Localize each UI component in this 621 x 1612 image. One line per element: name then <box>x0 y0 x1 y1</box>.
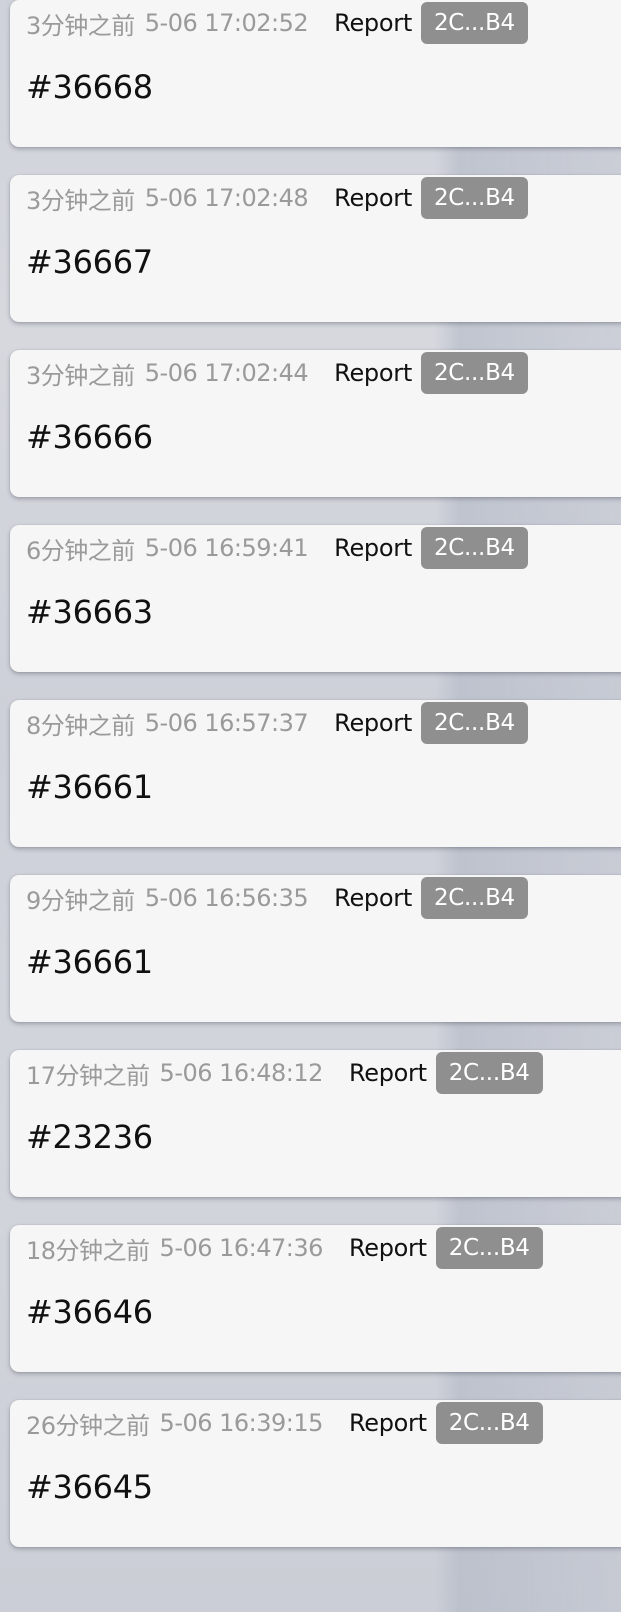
notification-card[interactable]: 3分钟之前 5-06 17:02:52 Report 2C...B4 #3666… <box>10 0 621 147</box>
timestamp: 5-06 16:47:36 <box>159 1234 324 1262</box>
sender-tag: 2C...B4 <box>435 1052 543 1094</box>
timestamp: 5-06 17:02:44 <box>144 359 309 387</box>
issue-number: #36667 <box>26 243 153 281</box>
card-header: 9分钟之前 5-06 16:56:35 Report 2C...B4 <box>26 875 528 921</box>
report-label: Report <box>348 1234 427 1262</box>
card-header: 6分钟之前 5-06 16:59:41 Report 2C...B4 <box>26 525 528 571</box>
sender-tag: 2C...B4 <box>420 527 528 569</box>
time-ago: 6分钟之前 <box>26 536 135 565</box>
card-header: 3分钟之前 5-06 17:02:44 Report 2C...B4 <box>26 350 528 396</box>
issue-number: #36666 <box>26 418 153 456</box>
sender-tag: 2C...B4 <box>420 352 528 394</box>
report-label: Report <box>348 1059 427 1087</box>
notification-card[interactable]: 6分钟之前 5-06 16:59:41 Report 2C...B4 #3666… <box>10 525 621 672</box>
report-label: Report <box>334 709 412 737</box>
issue-number: #36668 <box>26 68 153 106</box>
sender-tag: 2C...B4 <box>420 877 528 919</box>
timestamp: 5-06 16:59:41 <box>144 534 309 562</box>
report-label: Report <box>334 359 412 387</box>
issue-number: #36645 <box>26 1468 153 1506</box>
issue-number: #36663 <box>26 593 153 631</box>
issue-number: #36646 <box>26 1293 153 1331</box>
card-header: 17分钟之前 5-06 16:48:12 Report 2C...B4 <box>26 1050 543 1096</box>
sender-tag: 2C...B4 <box>435 1402 543 1444</box>
time-ago: 3分钟之前 <box>26 11 135 40</box>
card-header: 18分钟之前 5-06 16:47:36 Report 2C...B4 <box>26 1225 543 1271</box>
sender-tag: 2C...B4 <box>420 177 528 219</box>
timestamp: 5-06 16:56:35 <box>144 884 309 912</box>
notification-card[interactable]: 9分钟之前 5-06 16:56:35 Report 2C...B4 #3666… <box>10 875 621 1022</box>
sender-tag: 2C...B4 <box>435 1227 543 1269</box>
notification-card[interactable]: 3分钟之前 5-06 17:02:48 Report 2C...B4 #3666… <box>10 175 621 322</box>
report-label: Report <box>334 534 412 562</box>
time-ago: 3分钟之前 <box>26 186 135 215</box>
card-header: 8分钟之前 5-06 16:57:37 Report 2C...B4 <box>26 700 528 746</box>
report-label: Report <box>334 884 412 912</box>
notification-feed: 3分钟之前 5-06 17:02:52 Report 2C...B4 #3666… <box>0 0 621 1612</box>
sender-tag: 2C...B4 <box>420 702 528 744</box>
timestamp: 5-06 17:02:52 <box>144 9 309 37</box>
issue-number: #36661 <box>26 768 153 806</box>
timestamp: 5-06 16:48:12 <box>159 1059 324 1087</box>
report-label: Report <box>334 184 412 212</box>
sender-tag: 2C...B4 <box>420 2 528 44</box>
time-ago: 26分钟之前 <box>26 1411 150 1440</box>
time-ago: 17分钟之前 <box>26 1061 150 1090</box>
card-header: 3分钟之前 5-06 17:02:52 Report 2C...B4 <box>26 0 528 46</box>
time-ago: 8分钟之前 <box>26 711 135 740</box>
notification-card[interactable]: 3分钟之前 5-06 17:02:44 Report 2C...B4 #3666… <box>10 350 621 497</box>
notification-card[interactable]: 8分钟之前 5-06 16:57:37 Report 2C...B4 #3666… <box>10 700 621 847</box>
report-label: Report <box>334 9 412 37</box>
issue-number: #23236 <box>26 1118 153 1156</box>
time-ago: 3分钟之前 <box>26 361 135 390</box>
issue-number: #36661 <box>26 943 153 981</box>
time-ago: 9分钟之前 <box>26 886 135 915</box>
timestamp: 5-06 17:02:48 <box>144 184 309 212</box>
notification-card[interactable]: 26分钟之前 5-06 16:39:15 Report 2C...B4 #366… <box>10 1400 621 1547</box>
time-ago: 18分钟之前 <box>26 1236 150 1265</box>
report-label: Report <box>348 1409 427 1437</box>
timestamp: 5-06 16:39:15 <box>159 1409 324 1437</box>
card-header: 3分钟之前 5-06 17:02:48 Report 2C...B4 <box>26 175 528 221</box>
notification-card[interactable]: 17分钟之前 5-06 16:48:12 Report 2C...B4 #232… <box>10 1050 621 1197</box>
card-header: 26分钟之前 5-06 16:39:15 Report 2C...B4 <box>26 1400 543 1446</box>
notification-card[interactable]: 18分钟之前 5-06 16:47:36 Report 2C...B4 #366… <box>10 1225 621 1372</box>
timestamp: 5-06 16:57:37 <box>144 709 309 737</box>
